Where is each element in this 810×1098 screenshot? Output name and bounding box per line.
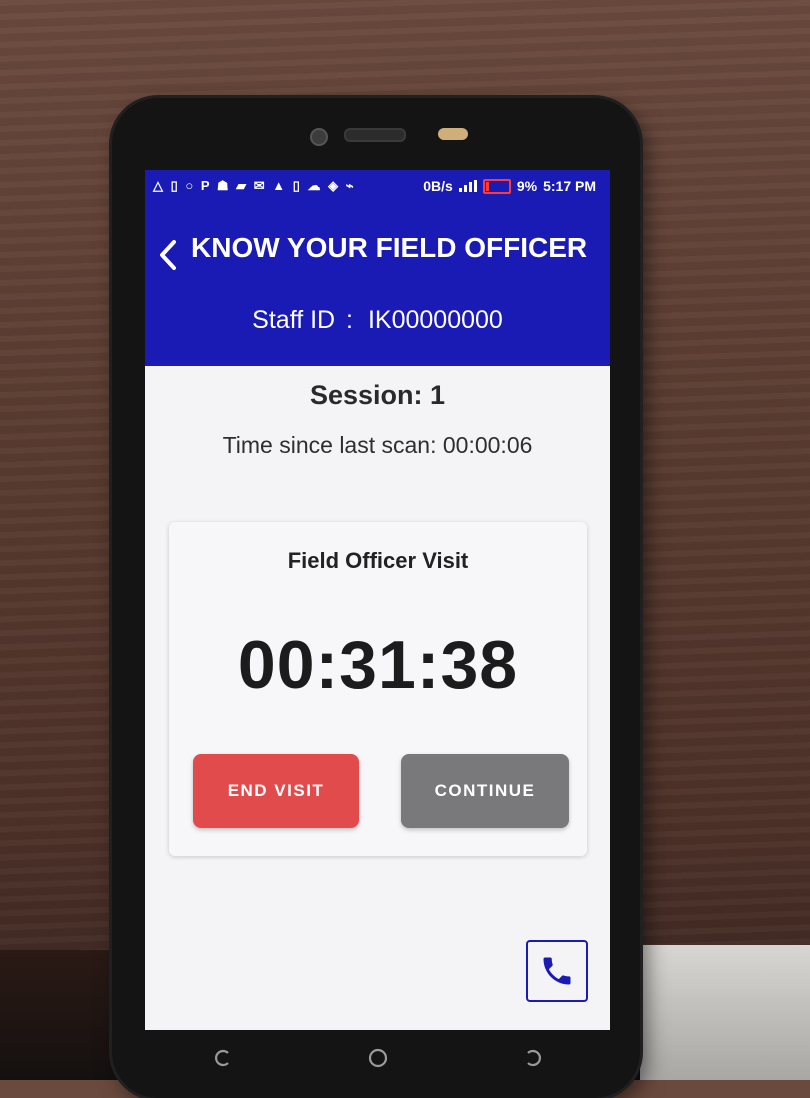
staff-id-value: IK00000000	[367, 306, 503, 334]
front-flash	[438, 128, 468, 140]
session-label: Session: 1	[309, 380, 446, 410]
continue-button[interactable]: CONTINUE	[401, 754, 569, 828]
recents-button[interactable]	[203, 1038, 243, 1078]
back-icon	[526, 1049, 541, 1067]
system-back-button[interactable]	[513, 1038, 553, 1078]
visit-timer: 00:31:38	[237, 627, 519, 703]
phone-icon	[543, 957, 571, 985]
floor-light	[640, 945, 810, 1080]
staff-id-separator: :	[346, 306, 353, 334]
home-button[interactable]	[358, 1038, 398, 1078]
chevron-left-icon	[160, 240, 176, 270]
system-nav-bar	[145, 1030, 610, 1086]
visit-card-title: Field Officer Visit	[287, 548, 469, 573]
recents-icon	[214, 1049, 229, 1067]
status-indicators: 0B/s 9% 5:17 PM	[423, 178, 610, 194]
battery-icon	[482, 178, 511, 194]
notification-icons: △ ▯ ○ P ☗ ▰ ✉ ▲ ▯ ☁ ◈ ⌁	[153, 178, 356, 193]
home-icon	[368, 1048, 387, 1068]
status-bar: △ ▯ ○ P ☗ ▰ ✉ ▲ ▯ ☁ ◈ ⌁ 0B/s 9% 5:17 PM	[145, 170, 610, 202]
app-header: KNOW YOUR FIELD OFFICER Staff ID : IK000…	[145, 202, 610, 366]
network-speed: 0B/s	[423, 178, 453, 194]
staff-id-label: Staff ID	[252, 306, 336, 334]
staff-id-row: Staff ID : IK00000000	[145, 306, 610, 335]
time-since-last-scan: Time since last scan: 00:00:06	[222, 432, 533, 458]
earpiece	[344, 128, 406, 142]
front-camera	[310, 128, 328, 146]
call-button[interactable]	[526, 940, 588, 1002]
back-button[interactable]	[153, 238, 183, 278]
end-visit-button[interactable]: END VISIT	[193, 754, 359, 828]
visit-card: Field Officer Visit 00:31:38 END VISIT C…	[169, 522, 587, 856]
signal-icon	[458, 180, 477, 192]
page-title: KNOW YOUR FIELD OFFICER	[191, 232, 588, 263]
app-screen: △ ▯ ○ P ☗ ▰ ✉ ▲ ▯ ☁ ◈ ⌁ 0B/s 9% 5:17 PM …	[145, 170, 610, 1030]
clock: 5:17 PM	[543, 178, 596, 194]
battery-percent: 9%	[516, 178, 538, 194]
